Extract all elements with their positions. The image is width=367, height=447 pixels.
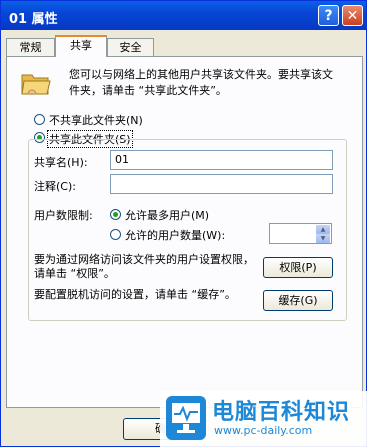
properties-dialog: 01 属性 ? ✕ 常规 共享 安全 您可以与网络上的其他用户共享该文件夹。要共…	[0, 0, 367, 447]
tab-sharing[interactable]: 共享	[55, 35, 107, 57]
max-users-label[interactable]: 允许最多用户(M)	[125, 207, 209, 223]
title-bar[interactable]: 01 属性 ? ✕	[1, 1, 366, 30]
spin-up-icon[interactable]: ▲	[316, 225, 330, 234]
comment-input[interactable]	[110, 174, 333, 194]
shared-folder-icon	[21, 74, 51, 95]
not-share-label[interactable]: 不共享此文件夹(N)	[49, 112, 143, 128]
caching-button[interactable]: 缓存(G)	[263, 290, 333, 311]
max-users-radio[interactable]	[110, 209, 121, 220]
watermark: 电脑百科知识 www.pc-daily.com	[160, 391, 367, 447]
share-name-input[interactable]: 01	[110, 150, 333, 170]
help-button[interactable]: ?	[318, 5, 339, 26]
intro-text: 您可以与网络上的其他用户共享该文件夹。要共享该文件夹，请单击 “共享此文件夹”。	[69, 68, 333, 97]
user-limit-label: 用户数限制:	[34, 209, 93, 222]
user-count-radio[interactable]	[110, 229, 121, 240]
user-count-label[interactable]: 允许的用户数量(W):	[125, 227, 225, 243]
watermark-url: www.pc-daily.com	[214, 424, 313, 437]
close-button[interactable]: ✕	[342, 5, 363, 26]
window-title: 01 属性	[9, 12, 58, 27]
user-count-stepper[interactable]: ▲ ▼	[269, 223, 332, 244]
caching-text: 要配置脱机访问的设置，请单击 “缓存”。	[34, 288, 236, 301]
tab-security[interactable]: 安全	[107, 38, 154, 56]
permissions-button[interactable]: 权限(P)	[263, 257, 333, 278]
permissions-text: 要为通过网络访问该文件夹的用户设置权限，请单击 “权限”。	[34, 253, 254, 280]
not-share-radio[interactable]	[34, 114, 45, 125]
watermark-title: 电脑百科知识	[212, 400, 351, 425]
spin-down-icon[interactable]: ▼	[316, 234, 330, 243]
watermark-logo-icon	[166, 396, 206, 440]
share-name-label: 共享名(H):	[34, 156, 88, 169]
comment-label: 注释(C):	[34, 180, 76, 193]
tab-general[interactable]: 常规	[6, 38, 55, 56]
